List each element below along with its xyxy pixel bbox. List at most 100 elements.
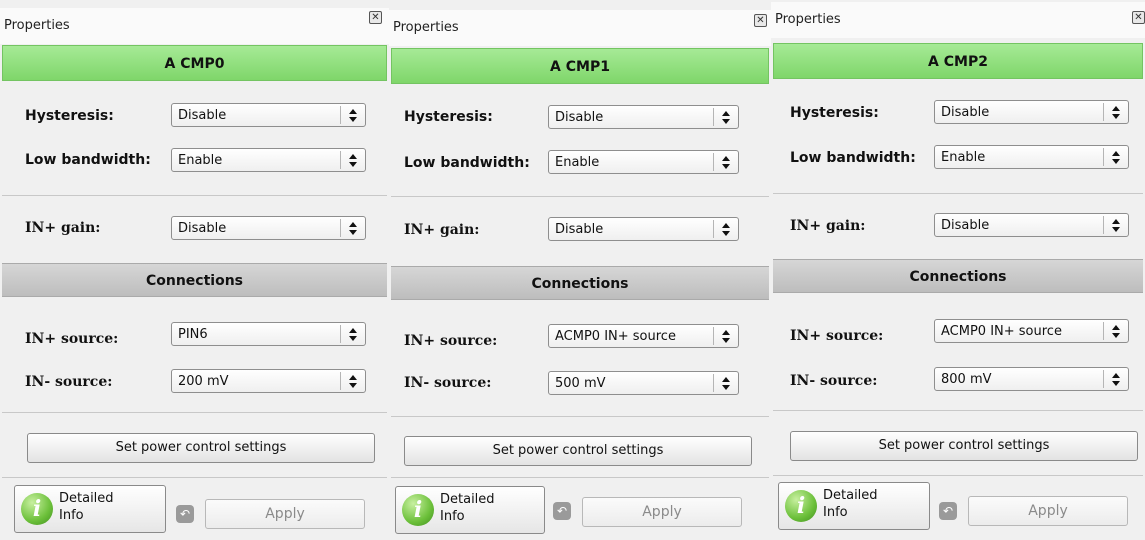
in-gain-label: IN+ gain:	[790, 218, 866, 234]
in-minus-source-select[interactable]: 800 mV	[934, 367, 1129, 391]
hysteresis-select[interactable]: Disable	[934, 100, 1129, 124]
in-plus-source-label: IN+ source:	[25, 331, 119, 347]
block-header: A CMP1	[391, 48, 769, 84]
up-down-arrows-icon	[713, 327, 738, 345]
in-plus-source-value: ACMP0 IN+ source	[555, 329, 676, 344]
in-gain-label: IN+ gain:	[404, 222, 480, 238]
low-bandwidth-label: Low bandwidth:	[790, 150, 916, 166]
divider	[391, 416, 769, 417]
hysteresis-select[interactable]: Disable	[171, 103, 366, 127]
panel-titlebar: Properties	[389, 10, 771, 46]
in-plus-source-value: PIN6	[178, 327, 208, 342]
properties-panel-acmp0: Properties ✕ A CMP0 Hysteresis: Disable …	[0, 0, 389, 540]
panel-title: Properties	[393, 20, 459, 35]
low-bandwidth-select[interactable]: Enable	[171, 148, 366, 172]
detailed-info-button[interactable]: i Detailed Info	[14, 485, 166, 533]
in-gain-value: Disable	[178, 221, 227, 236]
detailed-info-button[interactable]: i Detailed Info	[778, 482, 930, 530]
up-down-arrows-icon	[713, 108, 738, 126]
in-gain-select[interactable]: Disable	[548, 217, 739, 241]
undo-icon[interactable]: ↶	[553, 502, 571, 520]
close-icon[interactable]: ✕	[369, 11, 382, 24]
hysteresis-select[interactable]: Disable	[548, 105, 739, 129]
in-plus-source-select[interactable]: ACMP0 IN+ source	[934, 319, 1129, 343]
in-plus-source-select[interactable]: PIN6	[171, 322, 366, 346]
connections-section-header: Connections	[773, 259, 1143, 293]
divider	[391, 477, 769, 478]
properties-panel-acmp2: Properties ✕ A CMP2 Hysteresis: Disable …	[771, 0, 1145, 540]
in-plus-source-value: ACMP0 IN+ source	[941, 324, 1062, 339]
in-gain-value: Disable	[941, 218, 990, 233]
in-minus-source-label: IN- source:	[25, 374, 113, 390]
low-bandwidth-value: Enable	[555, 155, 600, 170]
up-down-arrows-icon	[340, 372, 365, 390]
up-down-arrows-icon	[713, 153, 738, 171]
in-gain-select[interactable]: Disable	[171, 216, 366, 240]
panel-title: Properties	[4, 18, 70, 33]
connections-section-header: Connections	[391, 266, 769, 300]
in-gain-value: Disable	[555, 222, 604, 237]
up-down-arrows-icon	[1103, 148, 1128, 166]
hysteresis-label: Hysteresis:	[404, 109, 493, 125]
in-minus-source-value: 500 mV	[555, 376, 606, 391]
apply-button[interactable]: Apply	[582, 497, 742, 527]
in-minus-source-value: 200 mV	[178, 374, 229, 389]
in-gain-label: IN+ gain:	[25, 220, 101, 236]
divider	[391, 196, 769, 197]
close-icon[interactable]: ✕	[754, 14, 767, 27]
properties-panel-acmp1: Properties ✕ A CMP1 Hysteresis: Disable …	[389, 0, 771, 540]
block-header: A CMP2	[773, 43, 1143, 79]
in-minus-source-value: 800 mV	[941, 372, 992, 387]
in-gain-select[interactable]: Disable	[934, 213, 1129, 237]
in-plus-source-label: IN+ source:	[404, 333, 498, 349]
undo-icon[interactable]: ↶	[939, 502, 957, 520]
in-minus-source-label: IN- source:	[790, 373, 878, 389]
connections-section-header: Connections	[2, 263, 387, 297]
low-bandwidth-select[interactable]: Enable	[934, 145, 1129, 169]
in-minus-source-label: IN- source:	[404, 375, 492, 391]
low-bandwidth-value: Enable	[178, 153, 223, 168]
set-power-control-button[interactable]: Set power control settings	[404, 436, 752, 466]
up-down-arrows-icon	[340, 106, 365, 124]
apply-button[interactable]: Apply	[205, 499, 365, 529]
divider	[2, 195, 387, 196]
block-header: A CMP0	[2, 45, 387, 81]
hysteresis-value: Disable	[941, 105, 990, 120]
detailed-info-label: Detailed Info	[440, 492, 495, 524]
panel-titlebar: Properties	[0, 8, 389, 44]
low-bandwidth-value: Enable	[941, 150, 986, 165]
low-bandwidth-select[interactable]: Enable	[548, 150, 739, 174]
detailed-info-label: Detailed Info	[823, 488, 878, 520]
up-down-arrows-icon	[340, 219, 365, 237]
detailed-info-label: Detailed Info	[59, 491, 114, 523]
low-bandwidth-label: Low bandwidth:	[404, 155, 530, 171]
info-icon: i	[402, 494, 434, 526]
hysteresis-value: Disable	[555, 110, 604, 125]
divider	[773, 410, 1143, 411]
divider	[2, 412, 387, 413]
low-bandwidth-label: Low bandwidth:	[25, 152, 151, 168]
up-down-arrows-icon	[1103, 103, 1128, 121]
in-minus-source-select[interactable]: 500 mV	[548, 371, 739, 395]
up-down-arrows-icon	[340, 325, 365, 343]
in-plus-source-select[interactable]: ACMP0 IN+ source	[548, 324, 739, 348]
up-down-arrows-icon	[1103, 216, 1128, 234]
up-down-arrows-icon	[713, 220, 738, 238]
hysteresis-label: Hysteresis:	[790, 105, 879, 121]
panel-title: Properties	[775, 12, 841, 27]
in-minus-source-select[interactable]: 200 mV	[171, 369, 366, 393]
info-icon: i	[785, 490, 817, 522]
up-down-arrows-icon	[1103, 370, 1128, 388]
undo-icon[interactable]: ↶	[176, 505, 194, 523]
panel-titlebar: Properties	[771, 2, 1145, 38]
hysteresis-label: Hysteresis:	[25, 108, 114, 124]
up-down-arrows-icon	[340, 151, 365, 169]
set-power-control-button[interactable]: Set power control settings	[27, 433, 375, 463]
divider	[773, 193, 1143, 194]
in-plus-source-label: IN+ source:	[790, 328, 884, 344]
apply-button[interactable]: Apply	[968, 496, 1128, 526]
detailed-info-button[interactable]: i Detailed Info	[395, 486, 545, 534]
up-down-arrows-icon	[1103, 322, 1128, 340]
close-icon[interactable]: ✕	[1132, 11, 1145, 24]
set-power-control-button[interactable]: Set power control settings	[790, 431, 1138, 461]
